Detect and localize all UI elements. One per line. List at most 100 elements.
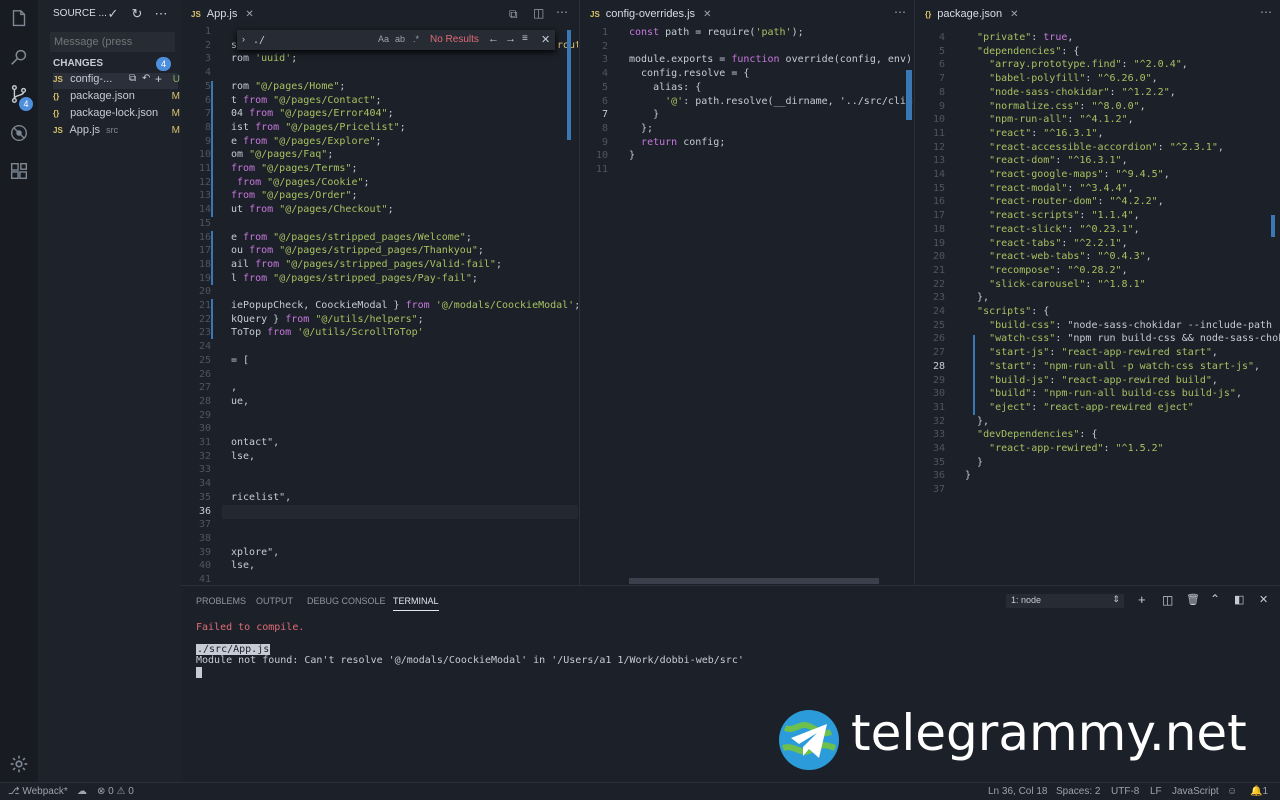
kill-terminal-icon[interactable]: 🗑 <box>1186 593 1200 606</box>
horizontal-scrollbar[interactable] <box>629 578 879 584</box>
debug-icon[interactable] <box>7 121 31 145</box>
tab-terminal[interactable]: TERMINAL <box>393 596 439 611</box>
close-panel-icon[interactable]: ✕ <box>1259 593 1268 606</box>
split-editor-icon[interactable]: ◫ <box>533 6 544 20</box>
line-number: 24 <box>932 306 945 317</box>
editor-config-overrides[interactable]: JS config-overrides.js ✕ ⋯ 1 const path =… <box>579 0 913 585</box>
regex-icon[interactable]: .* <box>413 34 419 44</box>
feedback-icon[interactable]: ☺ <box>1227 786 1237 797</box>
refresh-icon[interactable]: ↻ <box>130 7 144 21</box>
tab-problems[interactable]: PROBLEMS <box>196 596 246 606</box>
git-modified-marker <box>211 81 213 217</box>
previous-match-icon[interactable]: ← <box>488 33 499 45</box>
line-number: 11 <box>198 163 211 174</box>
extensions-icon[interactable] <box>7 159 31 183</box>
code-line: ist from "@/pages/Pricelist"; <box>231 121 406 133</box>
line-number: 11 <box>595 164 608 175</box>
branch-status[interactable]: ⎇ Webpack* <box>8 786 68 797</box>
next-match-icon[interactable]: → <box>505 33 516 45</box>
match-case-icon[interactable]: Aa <box>378 34 389 44</box>
line-number: 18 <box>932 223 945 235</box>
terminal-select[interactable]: 1: node ⇕ <box>1006 594 1124 608</box>
whole-word-icon[interactable]: ab <box>395 34 405 44</box>
tab-output[interactable]: OUTPUT <box>256 596 293 606</box>
tab-debug-console[interactable]: DEBUG CONSOLE <box>307 596 386 606</box>
line-number: 5 <box>601 81 608 93</box>
line-number: 9 <box>204 135 211 147</box>
find-in-selection-icon[interactable]: ≡ <box>522 33 528 44</box>
vertical-scrollbar[interactable] <box>1271 215 1275 237</box>
changes-section-label[interactable]: CHANGES <box>53 58 103 69</box>
sync-icon[interactable]: ☁ <box>77 786 87 797</box>
cursor-position[interactable]: Ln 36, Col 18 <box>988 786 1048 797</box>
vertical-scrollbar[interactable] <box>567 30 571 140</box>
code-line: "react-app-rewired": "^1.5.2" <box>989 443 1164 454</box>
changed-file-app-js[interactable]: JS App.js src M <box>53 124 180 140</box>
line-number: 24 <box>198 341 211 353</box>
close-tab-icon[interactable]: ✕ <box>1010 9 1018 20</box>
close-tab-icon[interactable]: ✕ <box>703 9 711 20</box>
explorer-icon[interactable] <box>7 7 31 31</box>
code-line: from "@/pages/Order"; <box>231 190 358 202</box>
tab-label: App.js <box>206 8 238 20</box>
changed-file-package-json[interactable]: {} package.json M <box>53 90 180 106</box>
editor-app-js[interactable]: JS App.js ✕ ⧉ ◫ ⋯ 1 2 s 3 rom 'uuid'; 4 5 rom "… <box>181 0 578 585</box>
open-file-icon[interactable]: ⧉ <box>129 73 136 84</box>
code-line: "react-accessible-accordion": "^2.3.1", <box>989 141 1224 153</box>
line-number: 10 <box>932 114 945 126</box>
search-icon[interactable] <box>7 45 31 69</box>
vertical-scrollbar[interactable] <box>906 70 912 120</box>
end-of-line[interactable]: LF <box>1150 786 1162 797</box>
split-terminal-icon[interactable]: ◫ <box>1162 593 1173 607</box>
more-actions-icon[interactable]: ⋯ <box>894 5 906 19</box>
line-number: 6 <box>601 95 608 107</box>
more-actions-icon[interactable]: ⋯ <box>556 5 568 19</box>
branch-icon: ⎇ <box>8 786 23 797</box>
more-actions-icon[interactable]: ⋯ <box>154 7 168 21</box>
notifications-status[interactable]: 🔔1 <box>1250 786 1268 797</box>
editor-tab-bar: JS config-overrides.js ✕ ⋯ <box>580 0 913 28</box>
line-number: 2 <box>204 39 211 51</box>
language-mode[interactable]: JavaScript <box>1172 786 1219 797</box>
code-line: "react-slick": "^0.23.1", <box>989 223 1140 235</box>
new-terminal-icon[interactable]: + <box>1138 592 1146 607</box>
code-line: ou from "@/pages/stripped_pages/Thankyou… <box>231 245 484 257</box>
discard-changes-icon[interactable]: ↶ <box>142 73 150 84</box>
commit-message-input[interactable] <box>50 32 175 52</box>
code-line: e from "@/pages/stripped_pages/Welcome"; <box>231 231 472 243</box>
tab-package-json[interactable]: {} package.json ✕ <box>915 0 1029 28</box>
code-line: "react-tabs": "^2.2.1", <box>989 237 1128 249</box>
changed-file-package-lock-json[interactable]: {} package-lock.json M <box>53 107 180 123</box>
chevron-down-icon: ⇕ <box>1112 594 1120 604</box>
sidebar-title: SOURCE ... <box>53 8 107 19</box>
close-tab-icon[interactable]: ✕ <box>245 9 253 20</box>
editor-package-json[interactable]: {} package.json ✕ ⋯ 4 "private": true, 5 … <box>914 0 1280 585</box>
open-changes-icon[interactable]: ⧉ <box>509 7 518 22</box>
file-name: App.js <box>69 124 101 136</box>
code-line: return config; <box>641 136 726 148</box>
code-line: "watch-css": "npm run build-css && node-… <box>989 333 1280 345</box>
stage-changes-icon[interactable]: + <box>155 72 162 86</box>
commit-check-icon[interactable]: ✓ <box>106 7 120 21</box>
scm-badge: 4 <box>19 97 33 111</box>
changed-file-config-overrides[interactable]: JS config-... ⧉ ↶ + U <box>53 72 180 89</box>
maximize-panel-icon[interactable]: ⌃ <box>1210 592 1220 606</box>
line-number: 26 <box>932 333 945 345</box>
code-line: "scripts": { <box>977 306 1050 317</box>
problems-status[interactable]: ⊗ 0 ⚠ 0 <box>97 786 134 797</box>
close-find-icon[interactable]: ✕ <box>541 33 550 46</box>
tab-app-js[interactable]: JS App.js ✕ <box>181 0 264 28</box>
tab-config-overrides[interactable]: JS config-overrides.js ✕ <box>580 0 722 28</box>
indentation[interactable]: Spaces: 2 <box>1056 786 1100 797</box>
source-control-sidebar: SOURCE ... ✓ ↻ ⋯ CHANGES 4 JS config-...… <box>38 0 181 782</box>
toggle-panel-position-icon[interactable]: ◧ <box>1234 593 1244 606</box>
code-line: lse, <box>231 450 256 462</box>
toggle-replace-icon[interactable]: › <box>242 34 245 44</box>
settings-gear-icon[interactable] <box>7 752 31 776</box>
code-line: }, <box>965 292 990 304</box>
json-file-icon: {} <box>925 9 932 19</box>
encoding[interactable]: UTF-8 <box>1111 786 1139 797</box>
more-actions-icon[interactable]: ⋯ <box>1260 5 1272 19</box>
terminal-file-path: ./src/App.js <box>196 644 271 655</box>
telegram-globe-logo-icon <box>779 710 839 770</box>
